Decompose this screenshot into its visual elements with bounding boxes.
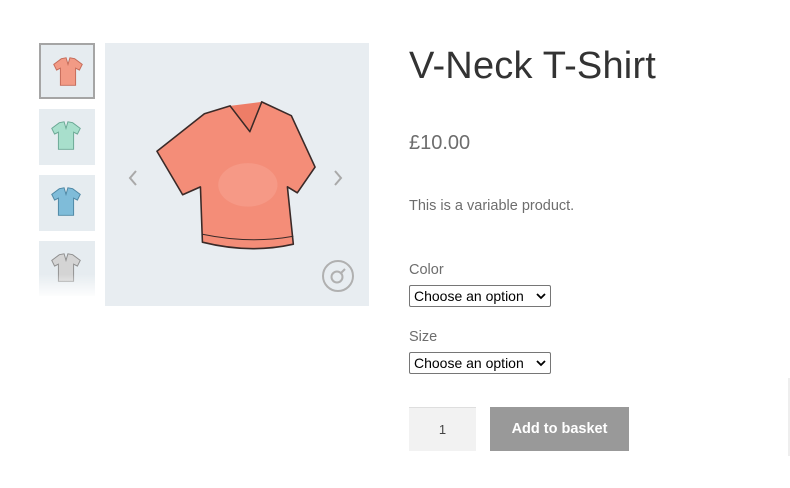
- color-select[interactable]: Choose an option: [409, 285, 551, 307]
- tshirt-icon: [53, 57, 83, 86]
- quantity-input[interactable]: 1: [409, 407, 476, 451]
- product-price: £10.00: [409, 132, 471, 154]
- tshirt-icon: [51, 187, 81, 216]
- product-description: This is a variable product.: [409, 198, 575, 214]
- tshirt-icon: [51, 253, 81, 282]
- thumbnail-blue-shirt[interactable]: [39, 175, 95, 231]
- thumbnail-grey-shirt[interactable]: [39, 241, 95, 296]
- thumbnail-mint-shirt[interactable]: [39, 109, 95, 165]
- chevron-right-icon[interactable]: [330, 166, 346, 190]
- chevron-left-icon[interactable]: [125, 166, 141, 190]
- chevron-down-icon: [536, 360, 546, 367]
- magnify-icon[interactable]: [320, 258, 356, 294]
- add-to-basket-button[interactable]: Add to basket: [490, 407, 629, 451]
- chevron-down-icon: [536, 293, 546, 300]
- tshirt-image: [156, 101, 316, 250]
- thumbnail-coral-shirt[interactable]: [39, 43, 95, 99]
- size-label: Size: [409, 329, 438, 345]
- size-select-value: Choose an option: [414, 355, 524, 371]
- tshirt-icon: [51, 121, 81, 150]
- size-select[interactable]: Choose an option: [409, 352, 551, 374]
- product-title: V-Neck T-Shirt: [409, 45, 657, 87]
- product-main-image[interactable]: [105, 43, 369, 306]
- color-label: Color: [409, 262, 444, 278]
- color-select-value: Choose an option: [414, 288, 524, 304]
